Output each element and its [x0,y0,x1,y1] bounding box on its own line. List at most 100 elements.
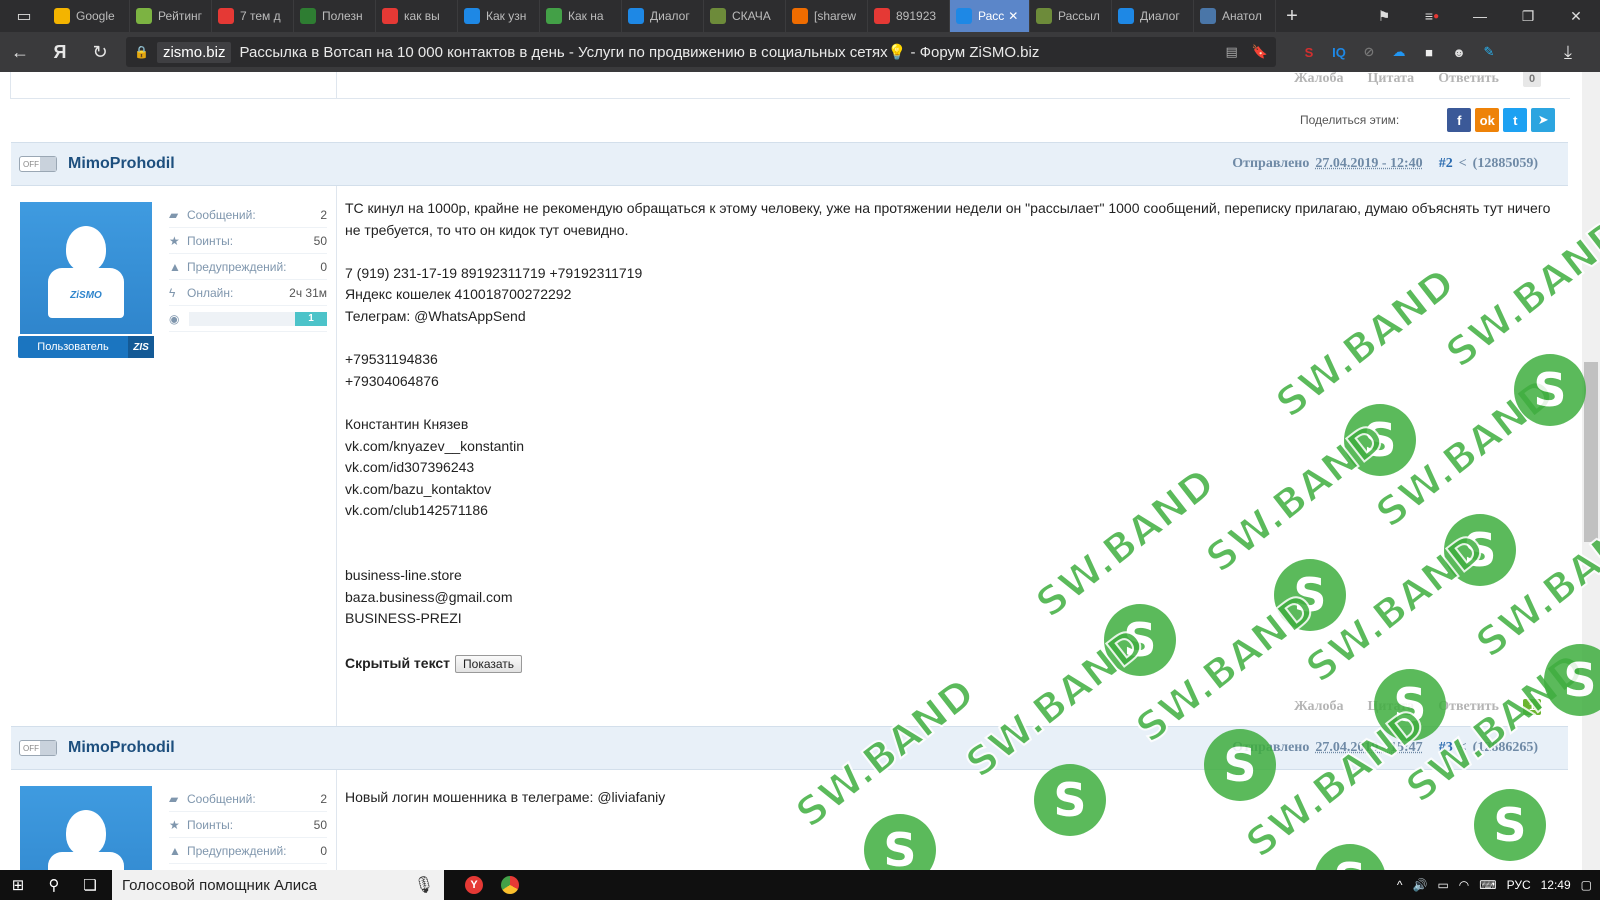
reload-button[interactable]: ↻ [80,32,120,72]
report-link[interactable]: Жалоба [1294,72,1343,87]
plus-icon [300,8,316,24]
scrollbar-thumb[interactable] [1584,362,1598,542]
tray-chevron-icon[interactable]: ^ [1397,878,1403,892]
quote-link[interactable]: Цитата [1367,699,1414,715]
lightning-icon: ϟ [169,285,176,300]
clock[interactable]: 12:49 [1541,878,1571,892]
reader-mode-icon[interactable]: ▤ [1226,44,1238,60]
odnoklassniki-icon[interactable]: ok [1475,108,1500,132]
yandex-browser-taskbar-icon[interactable]: Y [456,870,492,900]
browser-tab[interactable]: СКАЧА [704,0,786,32]
post-date[interactable]: 27.04.2019 - 15:47 [1315,740,1422,756]
facebook-icon[interactable]: f [1447,108,1472,132]
task-view-icon[interactable]: ❏ [72,870,108,900]
browser-tab[interactable]: Как узн [458,0,540,32]
browser-tab[interactable]: Расс ✕ [950,0,1030,32]
browser-tab[interactable]: Google [48,0,130,32]
cloud-off-icon[interactable]: ☁ [1384,37,1414,67]
post-actions: Жалоба Цитата Ответить 1 [1294,699,1542,715]
close-window-button[interactable]: ✕ [1552,0,1600,32]
windows-start-icon[interactable]: ⊞ [0,870,36,900]
menu-icon[interactable]: ≡ ● [1408,0,1456,32]
report-link[interactable]: Жалоба [1294,699,1343,715]
lock-icon[interactable]: 🔒 [134,45,149,59]
toggle-knob [40,157,56,171]
wifi-icon[interactable]: ◠ [1459,878,1469,892]
tab-label: 891923 [896,9,937,23]
browser-tab[interactable]: Полезн [294,0,376,32]
browser-tab[interactable]: [sharew [786,0,868,32]
battery-icon[interactable]: ▭ [1437,878,1448,892]
telegram-icon[interactable]: ➤ [1531,108,1556,132]
volume-icon[interactable]: 🔊 [1412,878,1427,892]
bookmark-page-icon[interactable]: 🔖 [1252,44,1268,60]
user-panel: ▰ Сообщений: 2 ★ Поинты: 50 ▲ Предупреждений: 0 [11,770,337,870]
stat-label: Поинты: [187,233,234,248]
browser-tab[interactable]: как вы [376,0,458,32]
browser-tab[interactable]: Диалог [1112,0,1194,32]
hidden-text-row: Скрытый текст Показать [345,653,1555,675]
browser-tab[interactable]: 891923 [868,0,950,32]
post-header: OFF MimoProhodil Отправлено 27.04.2019 -… [11,142,1568,186]
browser-tab[interactable]: Рассыл [1030,0,1112,32]
post-text-line [345,544,1555,566]
share-post-icon[interactable]: < [1459,740,1467,756]
restore-button[interactable]: ❐ [1504,0,1552,32]
reputation-eye-icon: ◉ [169,311,180,326]
prev-post-actions: Жалоба Цитата Ответить 0 [1294,72,1542,87]
eye-off-icon[interactable]: ⊘ [1354,37,1384,67]
iq-icon[interactable]: IQ [1324,37,1354,67]
yandex-icon [382,8,398,24]
avatar[interactable] [20,786,152,870]
url-field[interactable]: 🔒 zismo.biz Рассылка в Вотсап на 10 000 … [126,37,1276,67]
minimize-button[interactable]: — [1456,0,1504,32]
quote-link[interactable]: Цитата [1367,72,1414,87]
post-number[interactable]: #3 [1439,740,1453,756]
shield-icon[interactable]: ■ [1414,37,1444,67]
twitter-icon[interactable]: t [1503,108,1528,132]
post-number[interactable]: #2 [1439,156,1453,172]
keyboard-icon[interactable]: ⌨ [1479,878,1496,892]
avatar[interactable]: ZiSMO [20,202,152,334]
browser-tab[interactable]: Рейтинг [130,0,212,32]
post-share-id[interactable]: (12886265) [1473,740,1538,756]
notifications-icon[interactable]: ▢ [1581,878,1592,892]
chrome-taskbar-icon[interactable] [492,870,528,900]
share-post-icon[interactable]: < [1459,156,1467,172]
user-stat-row: ▰ Сообщений: 2 [169,786,327,812]
page-scrollbar[interactable] [1582,72,1600,870]
reply-link[interactable]: Ответить [1438,72,1499,87]
post-date[interactable]: 27.04.2019 - 12:40 [1315,156,1422,172]
microphone-icon[interactable]: 🎙 [414,875,434,895]
online-status-toggle: OFF [19,156,57,172]
alice-search-box[interactable]: Голосовой помощник Алиса 🎙 [112,870,444,900]
avatar-head [66,810,106,856]
user-stat-row: ★ Поинты: 50 [169,812,327,838]
back-button[interactable]: ← [0,32,40,72]
status-text: OFF [23,159,39,169]
hidden-text-label: Скрытый текст [345,655,451,672]
tabs-panel-icon[interactable]: ▭ [0,0,48,32]
browser-tab[interactable]: Как на [540,0,622,32]
browser-tab[interactable]: Диалог [622,0,704,32]
ghost-icon[interactable]: ☻ [1444,37,1474,67]
post-username[interactable]: MimoProhodil [68,739,175,757]
post-username[interactable]: MimoProhodil [68,155,175,173]
reply-link[interactable]: Ответить [1438,699,1499,715]
close-tab-icon[interactable]: ✕ [1008,9,1018,23]
warning-icon: ▲ [169,843,181,858]
sent-label: Отправлено [1232,740,1310,755]
yandex-home-icon[interactable]: Я [40,32,80,72]
search-icon[interactable]: ⚲ [36,870,72,900]
show-hidden-button[interactable]: Показать [455,655,523,674]
new-tab-button[interactable]: + [1276,0,1308,32]
browser-tab[interactable]: Анатол [1194,0,1276,32]
post-share-id[interactable]: (12885059) [1473,156,1538,172]
feather-icon[interactable]: ✎ [1474,37,1504,67]
browser-tab[interactable]: 7 тем д [212,0,294,32]
post-text-line [345,241,1555,263]
language-indicator[interactable]: РУС [1507,878,1531,892]
bookmarks-icon[interactable]: ⚑ [1360,0,1408,32]
ext-red-icon[interactable]: S [1294,37,1324,67]
downloads-icon[interactable]: ⤓ [1548,32,1588,72]
